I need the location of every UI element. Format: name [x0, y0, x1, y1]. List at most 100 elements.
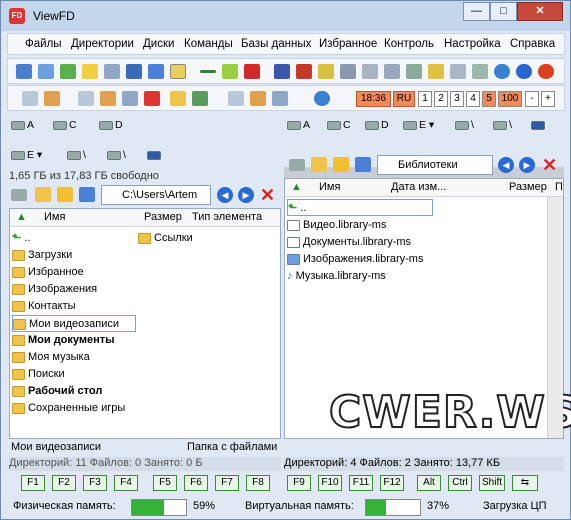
close-button[interactable]: ✕ [517, 2, 563, 21]
desktop-left[interactable] [147, 149, 163, 161]
menu-databases[interactable]: Базы данных [241, 38, 311, 50]
fd-icon[interactable] [144, 91, 160, 106]
right-path-input[interactable]: Библиотеки [377, 155, 493, 175]
refresh-icon-right[interactable] [355, 157, 371, 172]
list-item[interactable]: Контакты [12, 298, 76, 315]
drive-a-right[interactable]: A [287, 119, 310, 131]
ie-icon[interactable] [314, 91, 330, 106]
desk-5-button[interactable]: 5 [482, 91, 496, 107]
list-item[interactable]: Мои документы [12, 332, 115, 349]
list-item[interactable]: ⬑ .. [12, 230, 30, 247]
right-file-panel[interactable]: ▲ Имя Дата изм... Размер П ⬑ .. Видео.li… [284, 178, 571, 439]
menu-help[interactable]: Справка [510, 38, 555, 50]
letter-b-icon[interactable] [148, 64, 164, 79]
panels-icon[interactable] [16, 64, 32, 79]
menu-settings[interactable]: Настройка [444, 38, 501, 50]
menu-disks[interactable]: Диски [143, 38, 174, 50]
f6-button[interactable]: F6 [184, 475, 208, 491]
drive-a-left[interactable]: A [11, 119, 34, 131]
shift-button[interactable]: Shift [479, 475, 505, 491]
list-item[interactable]: Изображения.library-ms [287, 251, 423, 268]
menu-favorites[interactable]: Избранное [319, 38, 377, 50]
bulb-icon[interactable] [82, 64, 98, 79]
keyboard-icon[interactable] [104, 64, 120, 79]
up-folder-icon-right[interactable] [311, 157, 327, 172]
forward-button-right[interactable]: ▶ [519, 157, 535, 173]
copy-icon[interactable] [22, 91, 38, 106]
list-icon[interactable] [272, 91, 288, 106]
network2-right[interactable]: \ [493, 119, 512, 131]
switch-panels-button[interactable]: ⇆ [512, 475, 538, 491]
network-right[interactable]: \ [455, 119, 474, 131]
col-name[interactable]: Имя [44, 211, 65, 223]
image-view-icon[interactable] [60, 64, 76, 79]
col-size[interactable]: Размер [509, 181, 547, 193]
power-icon[interactable] [538, 64, 554, 79]
folder-icon[interactable] [170, 91, 186, 106]
menu-files[interactable]: Файлы [25, 38, 62, 50]
console-icon[interactable] [126, 64, 142, 79]
palette2-icon[interactable] [100, 91, 116, 106]
hdd-icon[interactable] [450, 64, 466, 79]
minimize-button[interactable]: — [463, 2, 490, 21]
drive-e-left[interactable]: E ▾ [11, 149, 42, 161]
drive-d-left[interactable]: D [99, 119, 123, 131]
tools-icon[interactable] [428, 64, 444, 79]
list-item[interactable]: Рабочий стол [12, 383, 102, 400]
f4-button[interactable]: F4 [114, 475, 138, 491]
col-extra[interactable]: П [555, 181, 563, 193]
desk-1-button[interactable]: 1 [418, 91, 432, 107]
back-button-left[interactable]: ◀ [217, 187, 233, 203]
f9-button[interactable]: F9 [287, 475, 311, 491]
list-item[interactable]: Поиски [12, 366, 65, 383]
title-bar[interactable]: FD ViewFD — □ ✕ [1, 1, 570, 31]
f10-button[interactable]: F10 [318, 475, 342, 491]
menu-control[interactable]: Контроль [384, 38, 434, 50]
f11-button[interactable]: F11 [349, 475, 373, 491]
film-icon[interactable] [296, 64, 312, 79]
zoom-plus-button[interactable]: + [541, 91, 555, 107]
up-folder-icon[interactable] [35, 187, 51, 202]
right-scrollbar[interactable] [547, 197, 563, 438]
alt-button[interactable]: Alt [417, 475, 441, 491]
f2-button[interactable]: F2 [52, 475, 76, 491]
f1-button[interactable]: F1 [21, 475, 45, 491]
menu-directories[interactable]: Директории [71, 38, 134, 50]
strip-icon[interactable] [318, 64, 334, 79]
drive-icon-right[interactable] [289, 159, 305, 171]
palette3-icon[interactable] [250, 91, 266, 106]
favorite-star-icon[interactable] [57, 187, 73, 202]
minus-icon[interactable] [200, 70, 216, 73]
plus-icon[interactable] [244, 64, 260, 79]
drive-c-left[interactable]: C [53, 119, 77, 131]
network2-left[interactable]: \ [107, 149, 126, 161]
play-icon[interactable] [516, 64, 532, 79]
details-view-icon[interactable] [38, 64, 54, 79]
network-left[interactable]: \ [67, 149, 86, 161]
f8-button[interactable]: F8 [246, 475, 270, 491]
left-path-input[interactable]: C:\Users\Artem [101, 185, 211, 205]
tree-icon[interactable] [192, 91, 208, 106]
left-file-panel[interactable]: ▲ Имя Размер Тип элемента ⬑ .. Загрузки … [9, 208, 281, 439]
desk-3-button[interactable]: 3 [450, 91, 464, 107]
f3-button[interactable]: F3 [83, 475, 107, 491]
lang-indicator[interactable]: RU [393, 91, 415, 107]
paint-icon[interactable] [170, 64, 186, 79]
music-icon[interactable] [274, 64, 290, 79]
list-item[interactable]: Моя музыка [12, 349, 90, 366]
desk-2-button[interactable]: 2 [434, 91, 448, 107]
drive-d-right[interactable]: D [365, 119, 389, 131]
list-item[interactable]: Документы.library-ms [287, 234, 411, 251]
list-item[interactable]: Изображения [12, 281, 97, 298]
list-item[interactable]: Ссылки [138, 230, 193, 247]
close-tab-left[interactable]: ✕ [260, 186, 275, 204]
favorite-star-icon-right[interactable] [333, 157, 349, 172]
desktop-right[interactable] [531, 119, 547, 131]
list-item[interactable]: Загрузки [12, 247, 72, 264]
zoom-value[interactable]: 100 [498, 91, 522, 107]
asterisk-icon[interactable] [222, 64, 238, 79]
zoom-minus-button[interactable]: - [525, 91, 539, 107]
list-item[interactable]: Видео.library-ms [287, 217, 386, 234]
view-icon[interactable] [122, 91, 138, 106]
desk-4-button[interactable]: 4 [466, 91, 480, 107]
